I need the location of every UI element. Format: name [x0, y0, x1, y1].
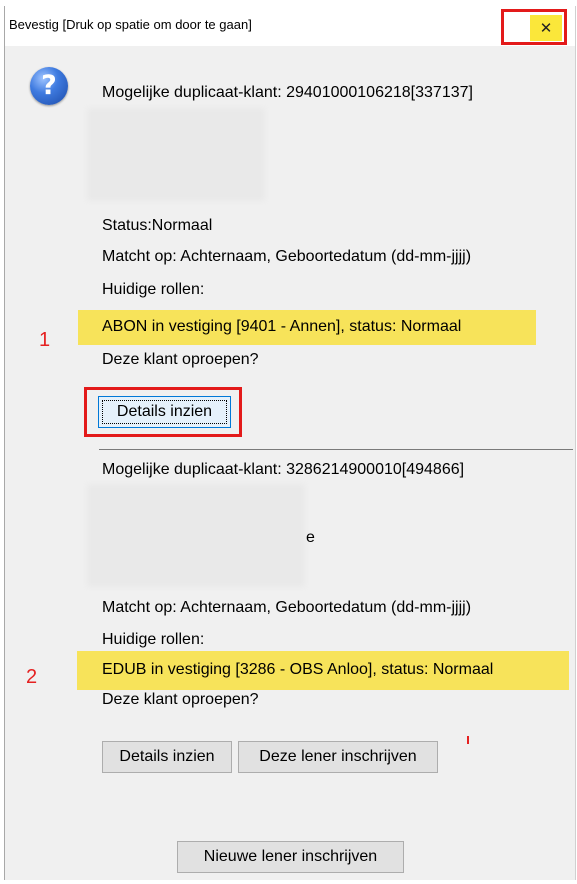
window-title: Bevestig [Druk op spatie om door te gaan…: [9, 17, 252, 32]
annotation-number-1: 1: [39, 329, 51, 351]
entry-2-details-button[interactable]: Details inzien: [102, 741, 232, 773]
new-borrower-button[interactable]: Nieuwe lener inschrijven: [177, 841, 404, 873]
new-borrower-label: Nieuwe lener inschrijven: [203, 848, 378, 865]
close-button[interactable]: [501, 9, 567, 45]
title-bar: Bevestig [Druk op spatie om door te gaan…: [5, 6, 575, 46]
entry-2-match: Matcht op: Achternaam, Geboortedatum (dd…: [102, 599, 472, 616]
entry-1-header: Mogelijke duplicaat-klant: 2940100010621…: [102, 84, 473, 101]
annotation-mark: [467, 736, 469, 744]
entry-2-details-label: Details inzien: [119, 748, 215, 765]
entry-1-role: ABON in vestiging [9401 - Annen], status…: [102, 318, 462, 335]
confirm-dialog: Bevestig [Druk op spatie om door te gaan…: [4, 6, 576, 880]
separator: [99, 449, 573, 450]
entry-1-status: Status:Normaal: [102, 217, 213, 234]
entry-2-register-label: Deze lener inschrijven: [259, 748, 417, 765]
entry-2-partial-text: e: [306, 529, 315, 546]
close-icon[interactable]: [530, 15, 562, 41]
entry-2-roles-label: Huidige rollen:: [102, 631, 205, 648]
entry-1-roles-label: Huidige rollen:: [102, 281, 205, 298]
question-icon: [30, 67, 68, 105]
entry-1-match: Matcht op: Achternaam, Geboortedatum (dd…: [102, 248, 472, 265]
entry-1-redacted-name: [91, 112, 261, 197]
entry-2-redacted-name: [91, 488, 301, 583]
entry-1-details-button[interactable]: Details inzien: [98, 396, 231, 428]
entry-2-role: EDUB in vestiging [3286 - OBS Anloo], st…: [102, 661, 494, 678]
entry-2-question: Deze klant oproepen?: [102, 691, 259, 708]
entry-2-header: Mogelijke duplicaat-klant: 3286214900010…: [102, 461, 465, 478]
entry-2-register-button[interactable]: Deze lener inschrijven: [238, 741, 438, 773]
entry-1-question: Deze klant oproepen?: [102, 351, 259, 368]
annotation-number-2: 2: [26, 666, 38, 688]
